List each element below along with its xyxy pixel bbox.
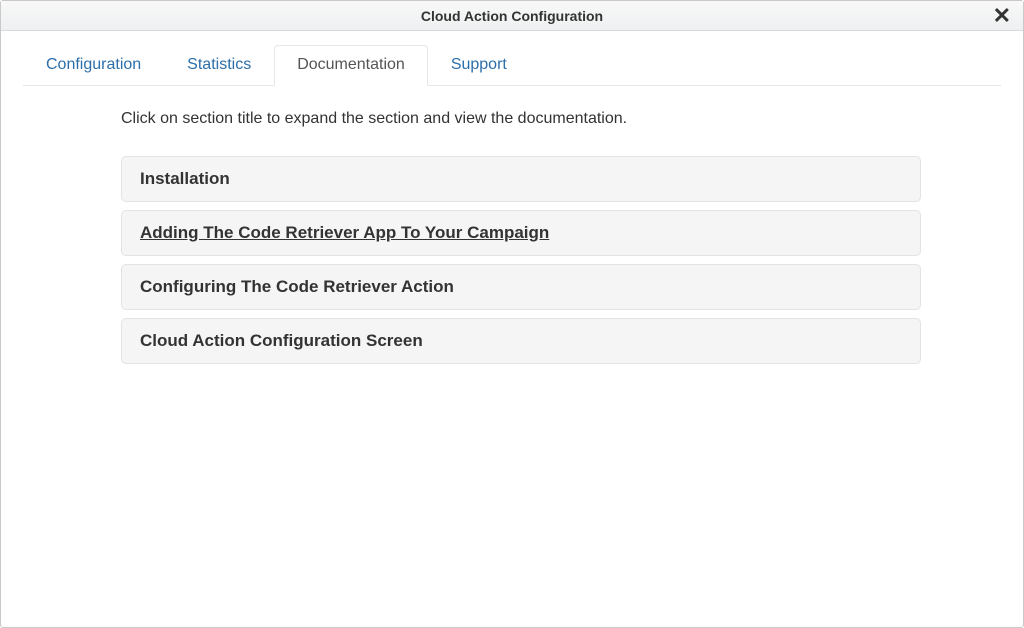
tab-configuration[interactable]: Configuration [23,45,164,86]
accordion-title: Cloud Action Configuration Screen [140,331,423,350]
tab-label: Configuration [46,56,141,73]
tab-statistics[interactable]: Statistics [164,45,274,86]
tab-documentation[interactable]: Documentation [274,45,428,86]
dialog-window: Cloud Action Configuration ✕ Configurati… [0,0,1024,628]
accordion: Installation Adding The Code Retriever A… [121,156,921,364]
tab-label: Documentation [297,56,405,73]
accordion-item-config-screen[interactable]: Cloud Action Configuration Screen [121,318,921,364]
tab-support[interactable]: Support [428,45,530,86]
tab-label: Support [451,56,507,73]
tab-bar: Configuration Statistics Documentation S… [23,45,1001,86]
accordion-item-configuring-action[interactable]: Configuring The Code Retriever Action [121,264,921,310]
instruction-text: Click on section title to expand the sec… [121,110,921,128]
content-area: Configuration Statistics Documentation S… [1,31,1023,378]
window-title: Cloud Action Configuration [421,8,603,24]
tab-label: Statistics [187,56,251,73]
close-icon[interactable]: ✕ [989,3,1015,29]
tab-content: Click on section title to expand the sec… [23,86,1001,364]
accordion-title: Configuring The Code Retriever Action [140,277,454,296]
accordion-item-adding-app[interactable]: Adding The Code Retriever App To Your Ca… [121,210,921,256]
titlebar: Cloud Action Configuration ✕ [1,1,1023,31]
accordion-title: Adding The Code Retriever App To Your Ca… [140,223,549,242]
accordion-item-installation[interactable]: Installation [121,156,921,202]
accordion-title: Installation [140,169,230,188]
